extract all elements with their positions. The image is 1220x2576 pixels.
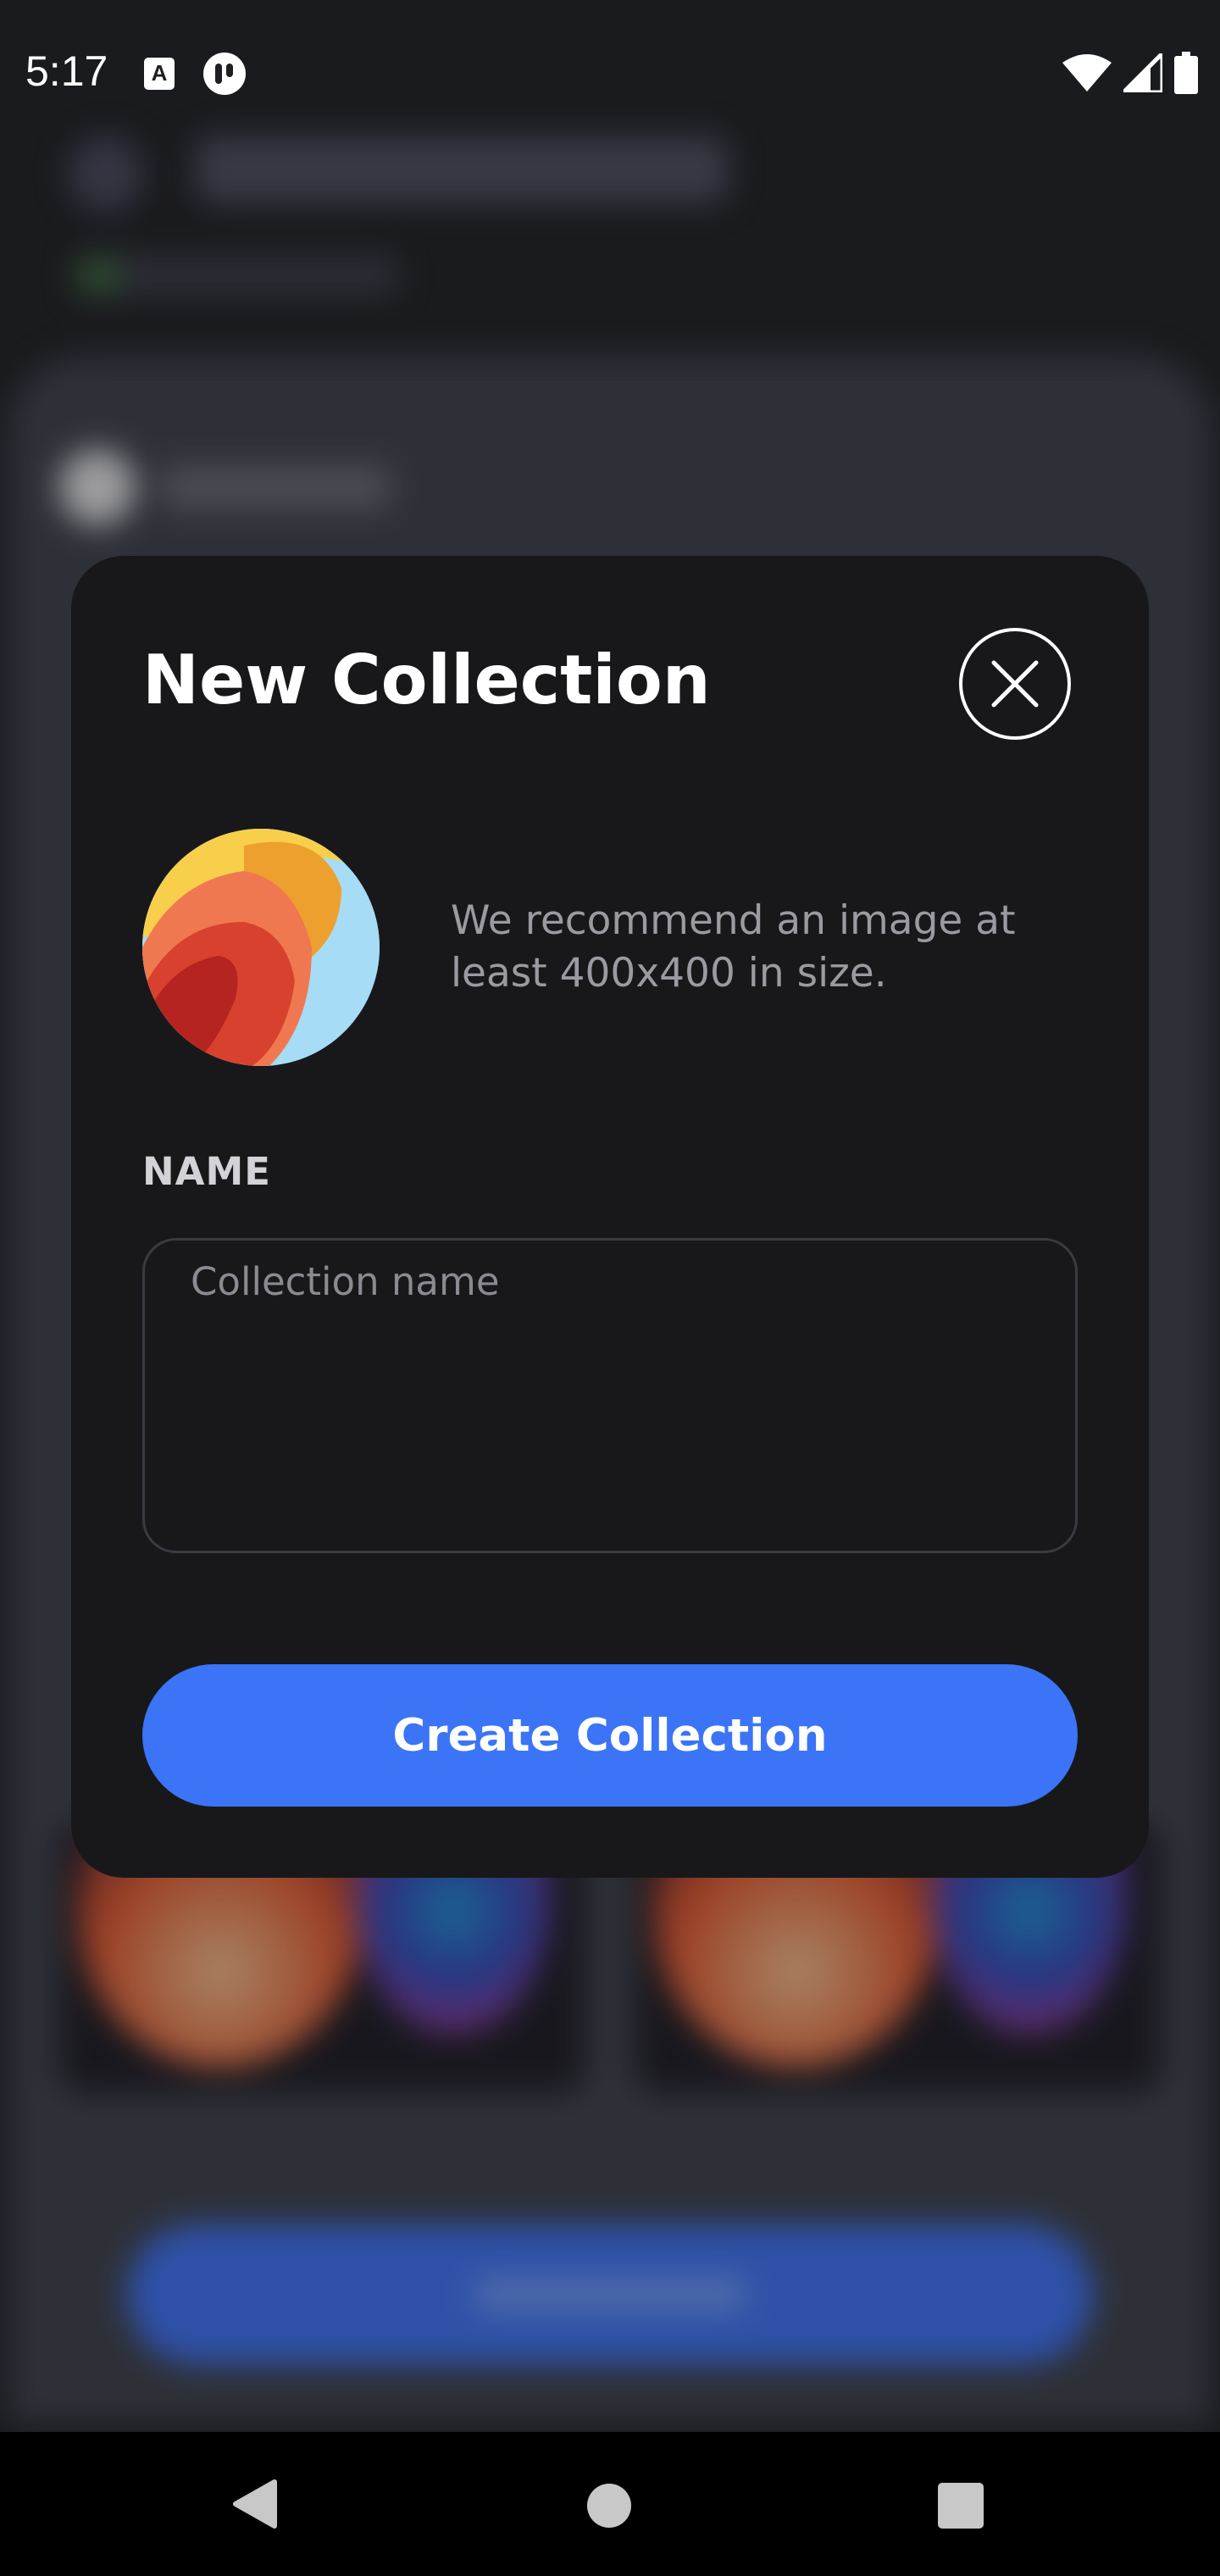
navigation-bar	[0, 2432, 1220, 2576]
collection-name-input[interactable]	[142, 1238, 1078, 1553]
close-icon	[991, 660, 1039, 708]
collection-image-picker[interactable]	[142, 829, 380, 1066]
close-button[interactable]	[959, 628, 1071, 740]
home-icon[interactable]	[586, 2483, 632, 2529]
app-notification-icon	[203, 53, 246, 95]
status-time: 5:17	[25, 47, 108, 95]
notification-a-icon: A	[144, 58, 175, 90]
recents-icon[interactable]	[938, 2483, 984, 2529]
battery-icon	[1174, 52, 1198, 94]
create-collection-button[interactable]: Create Collection	[142, 1664, 1078, 1807]
name-field-label: NAME	[142, 1149, 272, 1194]
wifi-icon	[1062, 54, 1112, 92]
status-icons	[1062, 49, 1198, 97]
back-icon[interactable]	[230, 2479, 278, 2529]
dialog-title: New Collection	[142, 641, 711, 719]
collection-image-placeholder	[142, 829, 380, 1066]
image-size-hint: We recommend an image at least 400x400 i…	[451, 897, 1016, 997]
status-bar: 5:17 A	[0, 0, 1220, 144]
new-collection-dialog: New Collection We recommend an image at …	[71, 556, 1149, 1878]
signal-icon	[1123, 53, 1162, 92]
